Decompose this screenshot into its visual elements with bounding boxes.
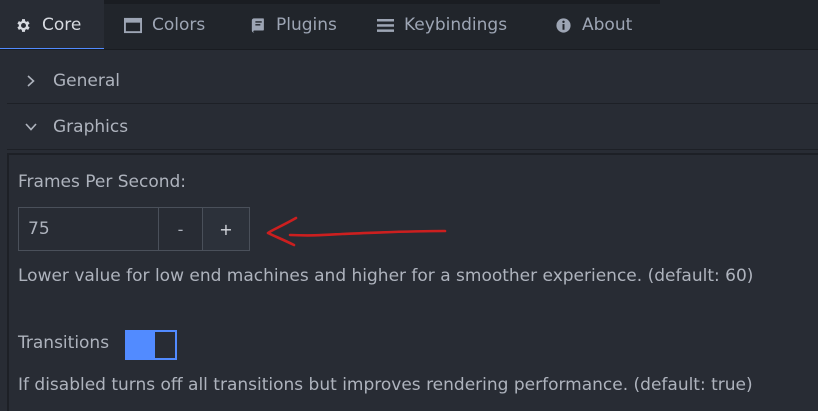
section-general-label: General bbox=[53, 71, 120, 91]
book-icon bbox=[248, 16, 266, 34]
info-icon bbox=[554, 16, 572, 34]
tab-plugins-label: Plugins bbox=[276, 15, 337, 35]
transitions-description: If disabled turns off all transitions bu… bbox=[18, 375, 753, 395]
fps-description: Lower value for low end machines and hig… bbox=[18, 266, 754, 286]
section-general-header[interactable]: General bbox=[7, 59, 818, 104]
settings-tabbar: Core Colors Plugins Keybindings About bbox=[0, 0, 818, 50]
tabbar-divider bbox=[0, 49, 818, 50]
fps-stepper: - + bbox=[18, 207, 250, 251]
tab-keybindings[interactable]: Keybindings bbox=[361, 0, 534, 50]
tabbar-top-border bbox=[104, 0, 660, 4]
section-graphics-header[interactable]: Graphics bbox=[7, 105, 818, 150]
chevron-down-icon bbox=[21, 117, 41, 137]
tab-colors[interactable]: Colors bbox=[104, 0, 234, 50]
transitions-toggle[interactable] bbox=[125, 330, 177, 360]
gear-icon bbox=[14, 16, 32, 34]
tab-colors-label: Colors bbox=[152, 15, 206, 35]
tab-core[interactable]: Core bbox=[0, 0, 104, 50]
tab-core-label: Core bbox=[42, 15, 82, 35]
fps-label: Frames Per Second: bbox=[18, 172, 187, 192]
tab-keybindings-label: Keybindings bbox=[404, 15, 508, 35]
fps-increment-button[interactable]: + bbox=[202, 208, 249, 250]
window-icon bbox=[124, 16, 142, 34]
chevron-right-icon bbox=[21, 71, 41, 91]
toggle-knob bbox=[155, 332, 175, 358]
section-graphics-label: Graphics bbox=[53, 117, 129, 137]
annotation-arrow bbox=[266, 216, 447, 247]
tab-about[interactable]: About bbox=[534, 0, 660, 50]
transitions-label: Transitions bbox=[18, 333, 110, 353]
tab-plugins[interactable]: Plugins bbox=[234, 0, 361, 50]
fps-input[interactable] bbox=[19, 208, 158, 250]
tab-about-label: About bbox=[582, 15, 633, 35]
fps-decrement-button[interactable]: - bbox=[158, 208, 202, 250]
menu-icon bbox=[376, 16, 394, 34]
